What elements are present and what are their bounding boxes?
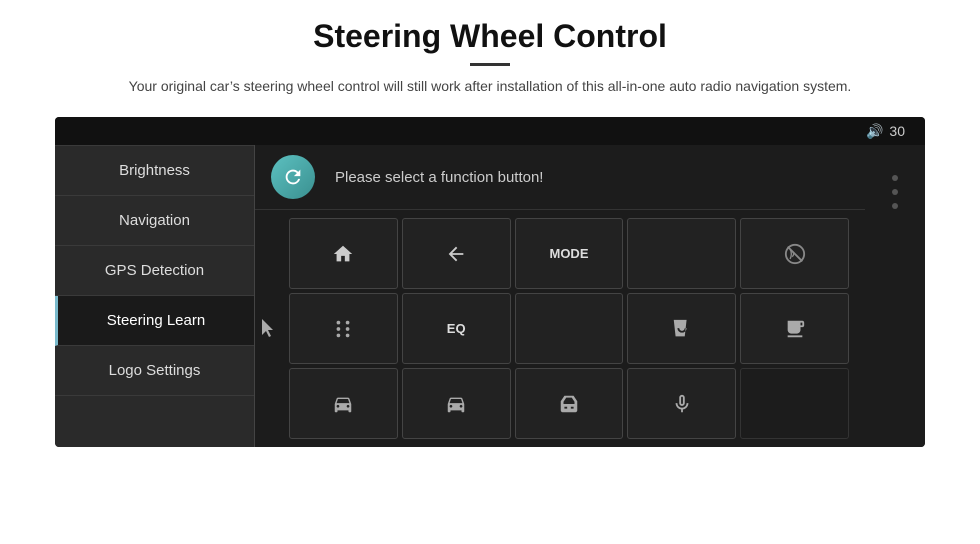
- main-content: Please select a function button!: [255, 145, 865, 447]
- page-header: Steering Wheel Control Your original car…: [0, 0, 980, 107]
- title-divider: [470, 63, 510, 66]
- btn-back[interactable]: [402, 218, 511, 289]
- sidebar-item-gps[interactable]: GPS Detection: [55, 246, 254, 296]
- sidebar: Brightness Navigation GPS Detection Stee…: [55, 145, 255, 447]
- cursor-area: [255, 210, 285, 447]
- btn-car1[interactable]: [289, 368, 398, 439]
- btn-notel[interactable]: [740, 218, 849, 289]
- page-title: Steering Wheel Control: [60, 18, 920, 55]
- btn-tune[interactable]: [289, 293, 398, 364]
- right-dot-3: [892, 203, 898, 209]
- function-prompt: Please select a function button!: [335, 169, 543, 186]
- btn-cup[interactable]: [740, 293, 849, 364]
- btn-mode[interactable]: [627, 218, 736, 289]
- btn-empty: [740, 368, 849, 439]
- refresh-button[interactable]: [271, 155, 315, 199]
- device-top-bar: 🔊 30: [55, 117, 925, 145]
- sidebar-item-steering[interactable]: Steering Learn: [55, 296, 254, 346]
- function-bar: Please select a function button!: [255, 145, 865, 210]
- btn-eq[interactable]: [515, 293, 624, 364]
- sidebar-item-brightness[interactable]: Brightness: [55, 145, 254, 196]
- btn-360[interactable]: EQ: [402, 293, 511, 364]
- buttons-grid-area: MODE: [255, 210, 865, 447]
- buttons-grid: MODE: [285, 210, 865, 447]
- right-dot-2: [892, 189, 898, 195]
- page-subtitle: Your original car’s steering wheel contr…: [60, 76, 920, 97]
- volume-number: 30: [889, 123, 905, 139]
- right-dot-1: [892, 175, 898, 181]
- btn-car2[interactable]: [402, 368, 511, 439]
- btn-car3[interactable]: [515, 368, 624, 439]
- btn-home[interactable]: [289, 218, 398, 289]
- volume-icon: 🔊: [866, 123, 883, 140]
- sidebar-item-logo[interactable]: Logo Settings: [55, 346, 254, 396]
- device-screen: 🔊 30 Brightness Navigation GPS Detection…: [55, 117, 925, 447]
- device-body: Brightness Navigation GPS Detection Stee…: [55, 145, 925, 447]
- btn-mic[interactable]: [627, 368, 736, 439]
- btn-disp[interactable]: MODE: [515, 218, 624, 289]
- btn-drink[interactable]: [627, 293, 736, 364]
- right-panel: [865, 145, 925, 447]
- sidebar-item-navigation[interactable]: Navigation: [55, 196, 254, 246]
